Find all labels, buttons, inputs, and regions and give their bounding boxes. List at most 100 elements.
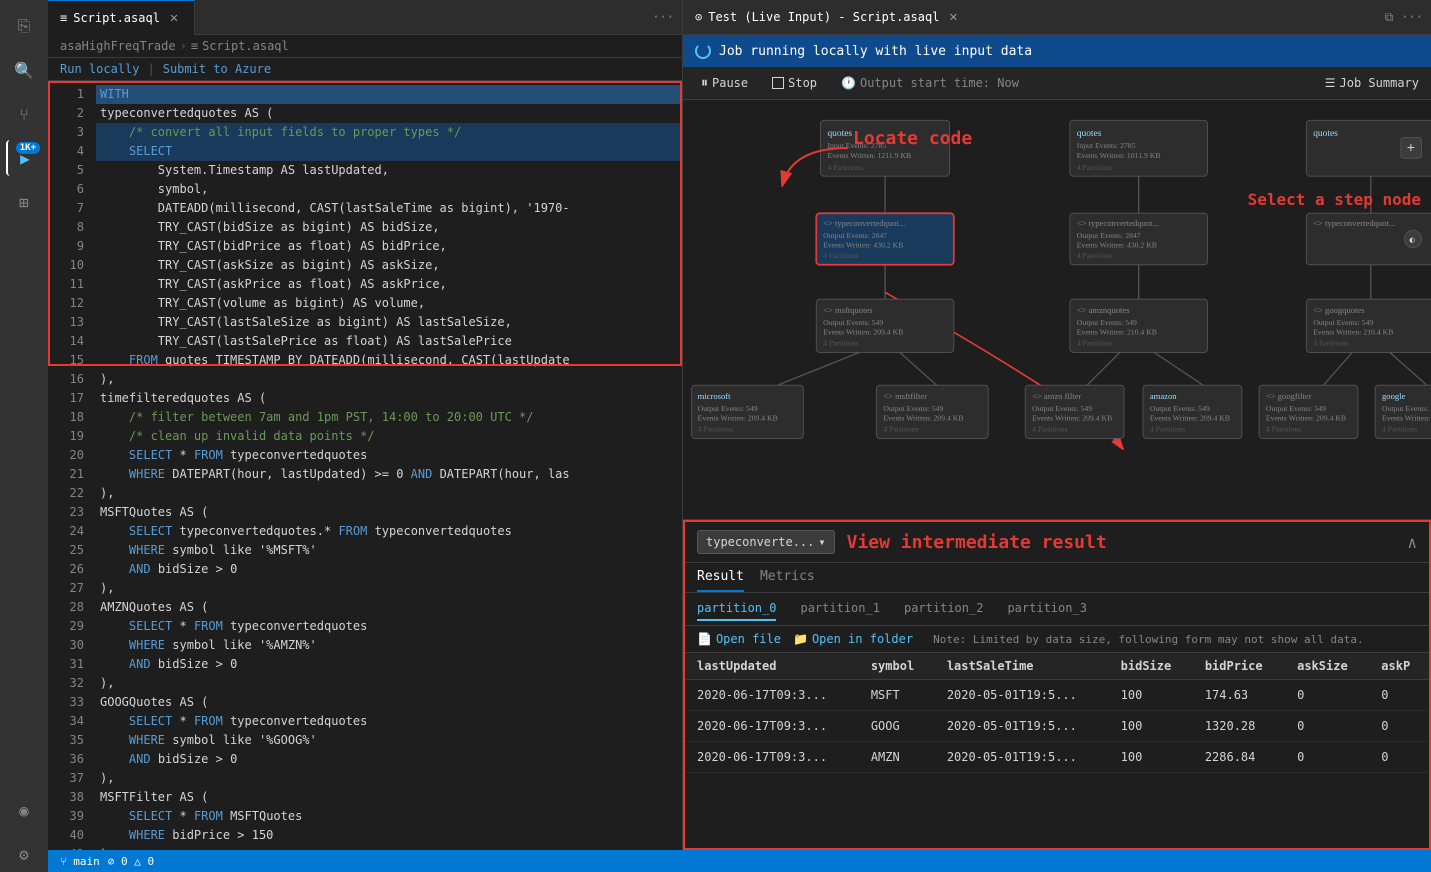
cell-symbol: GOOG [859,711,935,742]
cell-askSize: 0 [1285,711,1369,742]
open-file-label: Open file [716,632,781,646]
svg-text:4 Partitions: 4 Partitions [1077,163,1112,172]
cell-lastSaleTime: 2020-05-01T19:5... [935,742,1109,773]
file-actions: 📄 Open file 📁 Open in folder Note: Limit… [685,626,1429,653]
col-askSize: askSize [1285,653,1369,680]
job-banner-text: Job running locally with live input data [719,44,1032,59]
stop-checkbox-icon [772,77,784,89]
code-editor[interactable]: 1234567891011121314151617181920212223242… [48,81,682,850]
svg-text:4 Partitions: 4 Partitions [1313,339,1348,348]
col-askP: askP [1369,653,1429,680]
open-folder-label: Open in folder [812,632,913,646]
tab-metrics[interactable]: Metrics [760,563,815,592]
cell-askP: 0 [1369,742,1429,773]
extensions-icon[interactable]: ⊞ [6,184,42,220]
diagram-svg: quotes Input Events: 2785 Events Written… [683,100,1431,519]
partition-1-tab[interactable]: partition_1 [800,597,879,621]
results-tabs: Result Metrics [685,563,1429,593]
editor-tab-more[interactable]: ··· [644,10,682,24]
partition-3-tab[interactable]: partition_3 [1007,597,1086,621]
svg-text:4 Partitions: 4 Partitions [1382,425,1417,434]
partition-0-tab[interactable]: partition_0 [697,597,776,621]
main-content: ≡ Script.asaql ✕ ··· asaHighFreqTrade › … [48,0,1431,872]
breadcrumb-root[interactable]: asaHighFreqTrade [60,39,176,53]
cell-askP: 0 [1369,680,1429,711]
clock-icon: 🕐 [841,76,856,90]
job-summary-button[interactable]: ☰ Job Summary [1325,76,1419,90]
editor-toolbar: Run locally | Submit to Azure [48,58,682,81]
svg-text:Events Written: 210.4 KB: Events Written: 210.4 KB [1313,327,1393,336]
account-icon[interactable]: ◉ [6,792,42,828]
files-icon[interactable]: ⎘ [6,8,42,44]
collapse-results-button[interactable]: ∧ [1407,533,1417,552]
size-note: Note: Limited by data size, following fo… [933,633,1363,646]
cell-lastUpdated: 2020-06-17T09:3... [685,742,859,773]
diagram-area[interactable]: Locate code Select a step node [683,100,1431,520]
partition-2-tab[interactable]: partition_2 [904,597,983,621]
open-folder-button[interactable]: 📁 Open in folder [793,632,913,646]
tab-script[interactable]: ≡ Script.asaql ✕ [48,0,195,35]
breadcrumb: asaHighFreqTrade › ≡ Script.asaql [48,35,682,58]
pause-label: Pause [712,76,748,90]
tab-close-button[interactable]: ✕ [166,10,182,26]
svg-text:4 Partitions: 4 Partitions [827,163,862,172]
cell-symbol: MSFT [859,680,935,711]
svg-text:4 Partitions: 4 Partitions [698,425,733,434]
svg-text:Output Events: 549: Output Events: 549 [823,318,883,327]
svg-text:4 Partitions: 4 Partitions [883,425,918,434]
step-dropdown[interactable]: typeconverte... ▾ [697,530,835,554]
source-control-icon[interactable]: ⑂ [6,96,42,132]
right-tab-actions[interactable]: ⧉ ··· [1377,10,1431,25]
run-locally-link[interactable]: Run locally [60,62,139,76]
col-symbol: symbol [859,653,935,680]
run-icon[interactable]: ▶ 1K+ [6,140,42,176]
svg-text:Events Written: 209.4 KB: Events Written: 209.4 KB [823,327,903,336]
live-tab-close[interactable]: ✕ [945,9,961,25]
search-icon[interactable]: 🔍 [6,52,42,88]
svg-text:Events Written: 209.4 KB: Events Written: 209.4 KB [1266,413,1346,422]
output-time-btn[interactable]: 🕐 Output start time: Now [835,74,1025,92]
job-banner: Job running locally with live input data [683,35,1431,67]
svg-text:<> googfilter: <> googfilter [1266,391,1312,401]
table-row: 2020-06-17T09:3... GOOG 2020-05-01T19:5.… [685,711,1429,742]
code-content[interactable]: WITHtypeconvertedquotes AS ( /* convert … [96,81,682,850]
svg-text:Events Written: 209.4 KB: Events Written: 209.4 KB [698,413,778,422]
svg-text:Output Events: 549: Output Events: 549 [1032,404,1092,413]
svg-text:quotes: quotes [827,129,852,139]
pause-button[interactable]: ⏸ Pause [695,73,754,93]
svg-text:Output Events: 549: Output Events: 549 [1077,318,1137,327]
status-errors: ⊘ 0 △ 0 [108,855,154,868]
stop-button[interactable]: Stop [766,74,823,92]
svg-text:Output Events: 549: Output Events: 549 [698,404,758,413]
open-file-button[interactable]: 📄 Open file [697,632,781,646]
breadcrumb-sep-1: › [180,39,187,53]
split-editor-icon[interactable]: ⧉ [1385,10,1394,25]
breadcrumb-file[interactable]: Script.asaql [202,39,289,53]
live-tab-icon: ⊙ [695,10,702,24]
svg-text:<> amznquotes: <> amznquotes [1077,305,1130,315]
pause-icon: ⏸ [701,75,708,91]
tab-test-live[interactable]: ⊙ Test (Live Input) - Script.asaql ✕ [683,0,973,35]
table-row: 2020-06-17T09:3... AMZN 2020-05-01T19:5.… [685,742,1429,773]
svg-text:Events Written: 209.4 KB: Events Written: 209.4 KB [1032,413,1112,422]
svg-text:<> googquotes: <> googquotes [1313,305,1365,315]
file-icon: 📄 [697,632,712,646]
tab-result[interactable]: Result [697,563,744,592]
svg-text:Output Events: 2847: Output Events: 2847 [823,231,887,240]
status-bar: ⑂ main ⊘ 0 △ 0 [48,850,1431,872]
svg-text:+: + [1407,140,1415,155]
submit-azure-link[interactable]: Submit to Azure [163,62,271,76]
svg-text:quotes: quotes [1313,129,1338,139]
tab-icon: ≡ [60,11,67,25]
svg-text:<> msftfilter: <> msftfilter [883,391,927,401]
results-panel: typeconverte... ▾ View intermediate resu… [683,520,1431,850]
summary-label: Job Summary [1340,76,1419,90]
cell-bidSize: 100 [1109,711,1193,742]
chevron-down-icon: ▾ [818,535,825,549]
tab-more-icon[interactable]: ··· [1401,10,1423,25]
settings-icon[interactable]: ⚙ [6,836,42,872]
svg-text:Events Written: 430.2 KB: Events Written: 430.2 KB [1077,241,1157,250]
svg-text:4 Partitions: 4 Partitions [823,339,858,348]
job-spinner [695,43,711,59]
cell-bidSize: 100 [1109,680,1193,711]
